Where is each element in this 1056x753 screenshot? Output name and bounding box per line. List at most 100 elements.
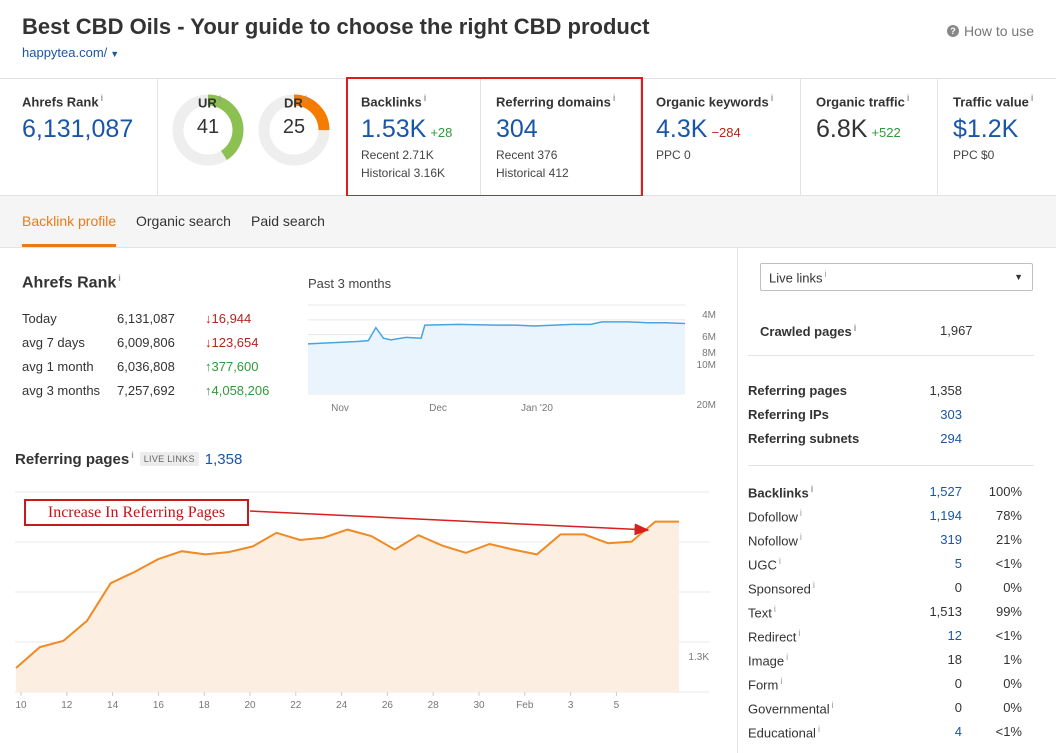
- info-icon[interactable]: i: [131, 450, 134, 460]
- stat-value-link[interactable]: 303: [940, 407, 962, 422]
- referring-pages-title: Referring pages: [15, 451, 130, 468]
- stat-value: 1,513: [929, 604, 962, 619]
- info-icon[interactable]: i: [854, 323, 857, 333]
- metric-value[interactable]: 6,131,087: [22, 115, 133, 144]
- info-icon[interactable]: i: [824, 269, 826, 279]
- info-icon[interactable]: i: [118, 273, 121, 283]
- y-tick-label: 10M: [697, 360, 716, 371]
- info-icon[interactable]: i: [779, 556, 781, 566]
- stat-label: Referring IPs: [748, 407, 829, 422]
- crawled-pages-value: 1,967: [940, 323, 973, 338]
- domain-text: happytea.com/: [22, 45, 108, 60]
- stat-percent: <1%: [995, 724, 1022, 739]
- stat-value: 1,358: [929, 383, 962, 398]
- referring-pages-count[interactable]: 1,358: [205, 451, 243, 468]
- series-area: [308, 321, 685, 394]
- info-icon[interactable]: i: [780, 676, 782, 686]
- rank-period: avg 3 months: [22, 383, 101, 398]
- metric-traffic-value: Traffic value i $1.2K PPC $0: [938, 79, 1056, 195]
- rank-change: ↑4,058,206: [205, 383, 270, 398]
- tab-organic-search[interactable]: Organic search: [136, 213, 231, 229]
- stat-percent: 21%: [995, 532, 1022, 547]
- info-icon[interactable]: i: [811, 484, 814, 494]
- x-tick-label: 12: [61, 700, 73, 710]
- live-links-select-value: Live links: [769, 270, 823, 286]
- stat-value-link[interactable]: 12: [948, 628, 962, 643]
- info-icon[interactable]: i: [771, 93, 774, 103]
- how-to-use-label: How to use: [963, 23, 1034, 39]
- info-icon[interactable]: i: [101, 93, 104, 103]
- stat-label: Redirect: [748, 629, 797, 645]
- x-tick-label: 3: [568, 700, 574, 710]
- live-links-select[interactable]: Live links i ▼: [760, 263, 1033, 291]
- active-tab-indicator: [22, 244, 116, 247]
- stat-label: Text: [748, 605, 772, 621]
- stat-row-referring-ips: Referring IPs 303: [748, 407, 1024, 425]
- rank-chart-caption: Past 3 months: [308, 276, 392, 291]
- x-tick-label: Nov: [331, 403, 349, 414]
- stat-value-link[interactable]: 319: [940, 532, 962, 547]
- rank-period: Today: [22, 311, 57, 326]
- dr-gauge[interactable]: DR i 25: [258, 94, 330, 166]
- info-icon[interactable]: i: [800, 508, 802, 518]
- info-icon[interactable]: i: [1031, 93, 1034, 103]
- rank-change: ↑377,600: [205, 359, 259, 374]
- stat-value-link[interactable]: 294: [940, 431, 962, 446]
- stat-value: 0: [954, 700, 962, 715]
- stat-row-form: Form i 0 0%: [748, 676, 1024, 694]
- domain-link[interactable]: happytea.com/▼: [22, 45, 119, 60]
- tab-paid-search[interactable]: Paid search: [251, 213, 325, 229]
- metric-ahrefs-rank: Ahrefs Rank i 6,131,087: [0, 79, 158, 195]
- how-to-use-link[interactable]: ? How to use: [946, 23, 1034, 39]
- x-tick-label: 5: [614, 700, 620, 710]
- info-icon[interactable]: i: [774, 604, 776, 614]
- info-icon[interactable]: i: [786, 652, 788, 662]
- organic-keywords-value[interactable]: 4.3K: [656, 115, 707, 143]
- divider: [748, 465, 1034, 466]
- referring-pages-header: Referring pages i LIVE LINKS 1,358: [15, 450, 242, 468]
- traffic-value-value[interactable]: $1.2K: [953, 115, 1018, 144]
- info-icon[interactable]: i: [818, 724, 820, 734]
- ur-value: 41: [196, 116, 220, 138]
- tab-backlink-profile[interactable]: Backlink profile: [22, 213, 116, 229]
- x-tick-label: 14: [107, 700, 119, 710]
- y-tick-label: 20M: [697, 400, 716, 411]
- stat-label: UGC: [748, 557, 777, 573]
- stat-percent: <1%: [995, 556, 1022, 571]
- x-tick-label: 18: [199, 700, 211, 710]
- info-icon[interactable]: i: [813, 580, 815, 590]
- stat-value: 18: [947, 652, 962, 667]
- info-icon[interactable]: i: [305, 94, 308, 104]
- info-icon[interactable]: i: [800, 532, 802, 542]
- metric-gauges: UR i 41 DR i 25: [158, 79, 346, 195]
- rank-change: ↓123,654: [205, 335, 259, 350]
- stat-row-governmental: Governmental i 0 0%: [748, 700, 1024, 718]
- ur-gauge[interactable]: UR i 41: [172, 94, 244, 166]
- stat-value-link[interactable]: 1,527: [929, 484, 962, 499]
- crawled-pages-label: Crawled pages: [760, 324, 852, 340]
- info-icon[interactable]: i: [798, 628, 800, 638]
- stat-row-educational: Educational i 4 <1%: [748, 724, 1024, 742]
- stat-percent: 78%: [995, 508, 1022, 523]
- chevron-down-icon[interactable]: ▼: [110, 49, 119, 59]
- x-tick-label: 24: [336, 700, 348, 710]
- rank-value: 7,257,692: [117, 383, 175, 398]
- ahrefs-rank-chart[interactable]: 4M 6M 8M10M 20M Nov Dec Jan '20: [305, 300, 725, 420]
- stat-label: Backlinks: [748, 485, 809, 501]
- rank-title-text: Ahrefs Rank: [22, 274, 117, 292]
- organic-keywords-delta: −284: [711, 125, 741, 140]
- stat-value-link[interactable]: 5: [955, 556, 962, 571]
- stat-value: 0: [954, 580, 962, 595]
- rank-period: avg 1 month: [22, 359, 94, 374]
- stat-value-link[interactable]: 4: [955, 724, 962, 739]
- x-tick-label: 30: [473, 700, 485, 710]
- highlight-box: [346, 77, 643, 197]
- info-icon[interactable]: i: [907, 93, 910, 103]
- organic-traffic-value[interactable]: 6.8K: [816, 115, 867, 143]
- stat-label: Governmental: [748, 701, 830, 717]
- info-icon[interactable]: i: [219, 94, 222, 104]
- info-icon[interactable]: i: [832, 700, 834, 710]
- stat-value-link[interactable]: 1,194: [929, 508, 962, 523]
- metric-label: Organic keywords: [656, 94, 769, 110]
- stat-label: Educational: [748, 725, 816, 741]
